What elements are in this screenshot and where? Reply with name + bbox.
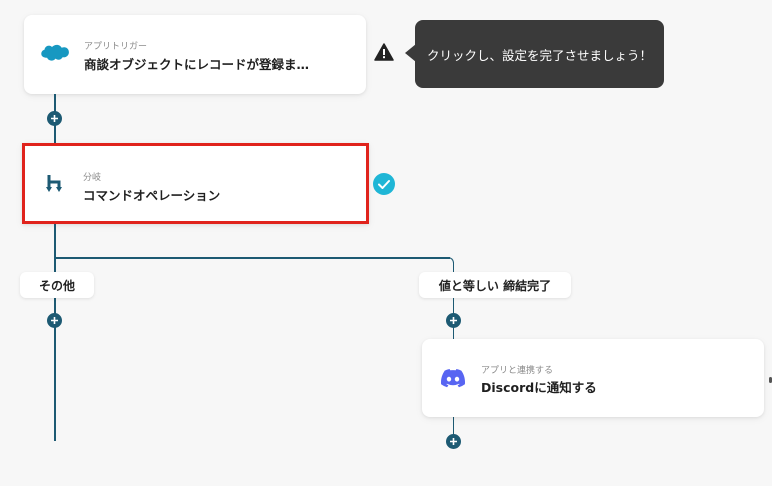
branch-label-other[interactable]: その他	[20, 272, 94, 298]
trigger-subtitle: アプリトリガー	[84, 42, 148, 52]
branch-subtitle: 分岐	[83, 173, 102, 183]
check-circle-icon	[373, 173, 395, 195]
tooltip-text: クリックし、設定を完了させましょう！	[427, 47, 653, 63]
branch-title: コマンドオペレーション	[83, 188, 221, 203]
discord-subtitle: アプリと連携する	[481, 366, 554, 376]
setup-tooltip: クリックし、設定を完了させましょう！	[415, 20, 664, 88]
branch-card[interactable]: 分岐 コマンドオペレーション	[22, 143, 369, 224]
discord-icon	[440, 367, 466, 389]
branch-label-equals[interactable]: 値と等しい 締結完了	[419, 272, 571, 298]
trigger-card[interactable]: アプリトリガー 商談オブジェクトにレコードが登録ま…	[24, 15, 366, 94]
add-step-button[interactable]	[47, 313, 62, 328]
add-step-button[interactable]	[446, 313, 461, 328]
salesforce-cloud-icon	[40, 41, 70, 67]
trigger-title: 商談オブジェクトにレコードが登録ま…	[84, 57, 310, 72]
add-step-button[interactable]	[47, 111, 62, 126]
discord-title: Discordに通知する	[481, 380, 597, 395]
discord-card[interactable]: アプリと連携する Discordに通知する	[422, 339, 764, 417]
connector-line	[54, 257, 450, 259]
add-step-button[interactable]	[446, 434, 461, 449]
warning-icon[interactable]	[374, 43, 394, 61]
branch-label-text: 値と等しい 締結完了	[438, 278, 552, 293]
branch-label-text: その他	[38, 278, 75, 293]
branch-icon	[45, 173, 67, 197]
